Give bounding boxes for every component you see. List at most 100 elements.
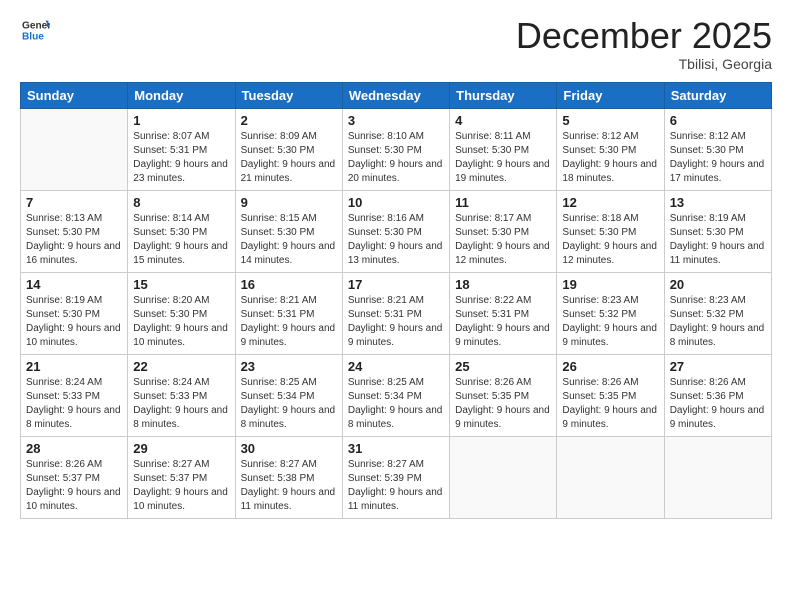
day-number: 13 — [670, 195, 766, 210]
day-number: 26 — [562, 359, 658, 374]
day-number: 5 — [562, 113, 658, 128]
day-number: 8 — [133, 195, 229, 210]
day-info: Sunrise: 8:22 AMSunset: 5:31 PMDaylight:… — [455, 294, 551, 350]
logo-icon: General Blue — [22, 16, 50, 44]
week-row-4: 28 Sunrise: 8:26 AMSunset: 5:37 PMDayligh… — [21, 436, 772, 518]
day-number: 29 — [133, 441, 229, 456]
month-title: December 2025 — [516, 16, 772, 56]
day-info: Sunrise: 8:09 AMSunset: 5:30 PMDaylight:… — [241, 130, 337, 186]
day-cell: 19 Sunrise: 8:23 AMSunset: 5:32 PMDayligh… — [557, 272, 664, 354]
day-cell: 30Sunrise: 8:27 AMSunset: 5:38 PMDayligh… — [235, 436, 342, 518]
day-number: 6 — [670, 113, 766, 128]
day-number: 19 — [562, 277, 658, 292]
calendar-container: General Blue December 2025 Tbilisi, Geor… — [0, 0, 792, 612]
day-cell: 14 Sunrise: 8:19 AMSunset: 5:30 PMDayligh… — [21, 272, 128, 354]
day-number: 11 — [455, 195, 551, 210]
svg-text:Blue: Blue — [22, 31, 44, 42]
day-info: Sunrise: 8:25 AMSunset: 5:34 PMDaylight:… — [241, 376, 337, 432]
day-cell: 20Sunrise: 8:23 AMSunset: 5:32 PMDayligh… — [664, 272, 771, 354]
day-cell: 3 Sunrise: 8:10 AMSunset: 5:30 PMDaylight… — [342, 108, 449, 190]
day-cell: 11 Sunrise: 8:17 AMSunset: 5:30 PMDayligh… — [450, 190, 557, 272]
day-info: Sunrise: 8:19 AMSunset: 5:30 PMDaylight:… — [26, 294, 122, 350]
calendar-body: 1 Sunrise: 8:07 AMSunset: 5:31 PMDaylight… — [21, 108, 772, 518]
day-cell: 25 Sunrise: 8:26 AMSunset: 5:35 PMDayligh… — [450, 354, 557, 436]
day-info: Sunrise: 8:11 AMSunset: 5:30 PMDaylight:… — [455, 130, 551, 186]
weekday-monday: Monday — [128, 82, 235, 108]
day-cell: 18 Sunrise: 8:22 AMSunset: 5:31 PMDayligh… — [450, 272, 557, 354]
header: General Blue December 2025 Tbilisi, Geor… — [20, 16, 772, 72]
day-cell — [664, 436, 771, 518]
day-info: Sunrise: 8:26 AMSunset: 5:37 PMDaylight:… — [26, 458, 122, 514]
day-number: 14 — [26, 277, 122, 292]
day-cell: 27 Sunrise: 8:26 AMSunset: 5:36 PMDayligh… — [664, 354, 771, 436]
day-number: 9 — [241, 195, 337, 210]
day-number: 15 — [133, 277, 229, 292]
day-info: Sunrise: 8:26 AMSunset: 5:36 PMDaylight:… — [670, 376, 766, 432]
day-cell: 4Sunrise: 8:11 AMSunset: 5:30 PMDaylight… — [450, 108, 557, 190]
day-info: Sunrise: 8:24 AMSunset: 5:33 PMDaylight:… — [133, 376, 229, 432]
day-info: Sunrise: 8:18 AMSunset: 5:30 PMDaylight:… — [562, 212, 658, 268]
day-info: Sunrise: 8:23 AMSunset: 5:32 PMDaylight:… — [670, 294, 766, 350]
day-number: 30 — [241, 441, 337, 456]
day-cell: 6 Sunrise: 8:12 AMSunset: 5:30 PMDaylight… — [664, 108, 771, 190]
day-cell: 10 Sunrise: 8:16 AMSunset: 5:30 PMDayligh… — [342, 190, 449, 272]
day-number: 2 — [241, 113, 337, 128]
calendar-table: SundayMondayTuesdayWednesdayThursdayFrid… — [20, 82, 772, 519]
day-cell: 29 Sunrise: 8:27 AMSunset: 5:37 PMDayligh… — [128, 436, 235, 518]
day-cell: 23 Sunrise: 8:25 AMSunset: 5:34 PMDayligh… — [235, 354, 342, 436]
day-number: 12 — [562, 195, 658, 210]
day-number: 27 — [670, 359, 766, 374]
day-info: Sunrise: 8:13 AMSunset: 5:30 PMDaylight:… — [26, 212, 122, 268]
day-number: 25 — [455, 359, 551, 374]
location: Tbilisi, Georgia — [516, 56, 772, 72]
day-number: 24 — [348, 359, 444, 374]
day-cell: 8 Sunrise: 8:14 AMSunset: 5:30 PMDaylight… — [128, 190, 235, 272]
day-cell: 13 Sunrise: 8:19 AMSunset: 5:30 PMDayligh… — [664, 190, 771, 272]
day-info: Sunrise: 8:16 AMSunset: 5:30 PMDaylight:… — [348, 212, 444, 268]
day-info: Sunrise: 8:12 AMSunset: 5:30 PMDaylight:… — [670, 130, 766, 186]
day-number: 28 — [26, 441, 122, 456]
day-number: 22 — [133, 359, 229, 374]
day-cell: 1 Sunrise: 8:07 AMSunset: 5:31 PMDaylight… — [128, 108, 235, 190]
title-section: December 2025 Tbilisi, Georgia — [516, 16, 772, 72]
logo: General Blue — [20, 16, 50, 49]
day-number: 16 — [241, 277, 337, 292]
day-info: Sunrise: 8:21 AMSunset: 5:31 PMDaylight:… — [241, 294, 337, 350]
day-number: 23 — [241, 359, 337, 374]
day-cell — [450, 436, 557, 518]
day-cell: 16 Sunrise: 8:21 AMSunset: 5:31 PMDayligh… — [235, 272, 342, 354]
day-info: Sunrise: 8:26 AMSunset: 5:35 PMDaylight:… — [562, 376, 658, 432]
day-info: Sunrise: 8:14 AMSunset: 5:30 PMDaylight:… — [133, 212, 229, 268]
day-info: Sunrise: 8:10 AMSunset: 5:30 PMDaylight:… — [348, 130, 444, 186]
day-number: 10 — [348, 195, 444, 210]
weekday-saturday: Saturday — [664, 82, 771, 108]
day-info: Sunrise: 8:07 AMSunset: 5:31 PMDaylight:… — [133, 130, 229, 186]
day-info: Sunrise: 8:20 AMSunset: 5:30 PMDaylight:… — [133, 294, 229, 350]
day-cell — [21, 108, 128, 190]
weekday-header-row: SundayMondayTuesdayWednesdayThursdayFrid… — [21, 82, 772, 108]
day-cell: 17Sunrise: 8:21 AMSunset: 5:31 PMDayligh… — [342, 272, 449, 354]
weekday-sunday: Sunday — [21, 82, 128, 108]
day-info: Sunrise: 8:23 AMSunset: 5:32 PMDaylight:… — [562, 294, 658, 350]
day-info: Sunrise: 8:27 AMSunset: 5:37 PMDaylight:… — [133, 458, 229, 514]
week-row-0: 1 Sunrise: 8:07 AMSunset: 5:31 PMDaylight… — [21, 108, 772, 190]
weekday-thursday: Thursday — [450, 82, 557, 108]
week-row-1: 7Sunrise: 8:13 AMSunset: 5:30 PMDaylight… — [21, 190, 772, 272]
day-cell: 7Sunrise: 8:13 AMSunset: 5:30 PMDaylight… — [21, 190, 128, 272]
day-info: Sunrise: 8:24 AMSunset: 5:33 PMDaylight:… — [26, 376, 122, 432]
day-number: 31 — [348, 441, 444, 456]
day-info: Sunrise: 8:19 AMSunset: 5:30 PMDaylight:… — [670, 212, 766, 268]
day-cell: 12 Sunrise: 8:18 AMSunset: 5:30 PMDayligh… — [557, 190, 664, 272]
day-info: Sunrise: 8:26 AMSunset: 5:35 PMDaylight:… — [455, 376, 551, 432]
day-number: 18 — [455, 277, 551, 292]
day-number: 3 — [348, 113, 444, 128]
week-row-2: 14 Sunrise: 8:19 AMSunset: 5:30 PMDayligh… — [21, 272, 772, 354]
day-cell: 31 Sunrise: 8:27 AMSunset: 5:39 PMDayligh… — [342, 436, 449, 518]
day-number: 17 — [348, 277, 444, 292]
day-cell: 2 Sunrise: 8:09 AMSunset: 5:30 PMDaylight… — [235, 108, 342, 190]
day-number: 1 — [133, 113, 229, 128]
day-info: Sunrise: 8:25 AMSunset: 5:34 PMDaylight:… — [348, 376, 444, 432]
day-cell — [557, 436, 664, 518]
day-info: Sunrise: 8:27 AMSunset: 5:39 PMDaylight:… — [348, 458, 444, 514]
day-info: Sunrise: 8:17 AMSunset: 5:30 PMDaylight:… — [455, 212, 551, 268]
